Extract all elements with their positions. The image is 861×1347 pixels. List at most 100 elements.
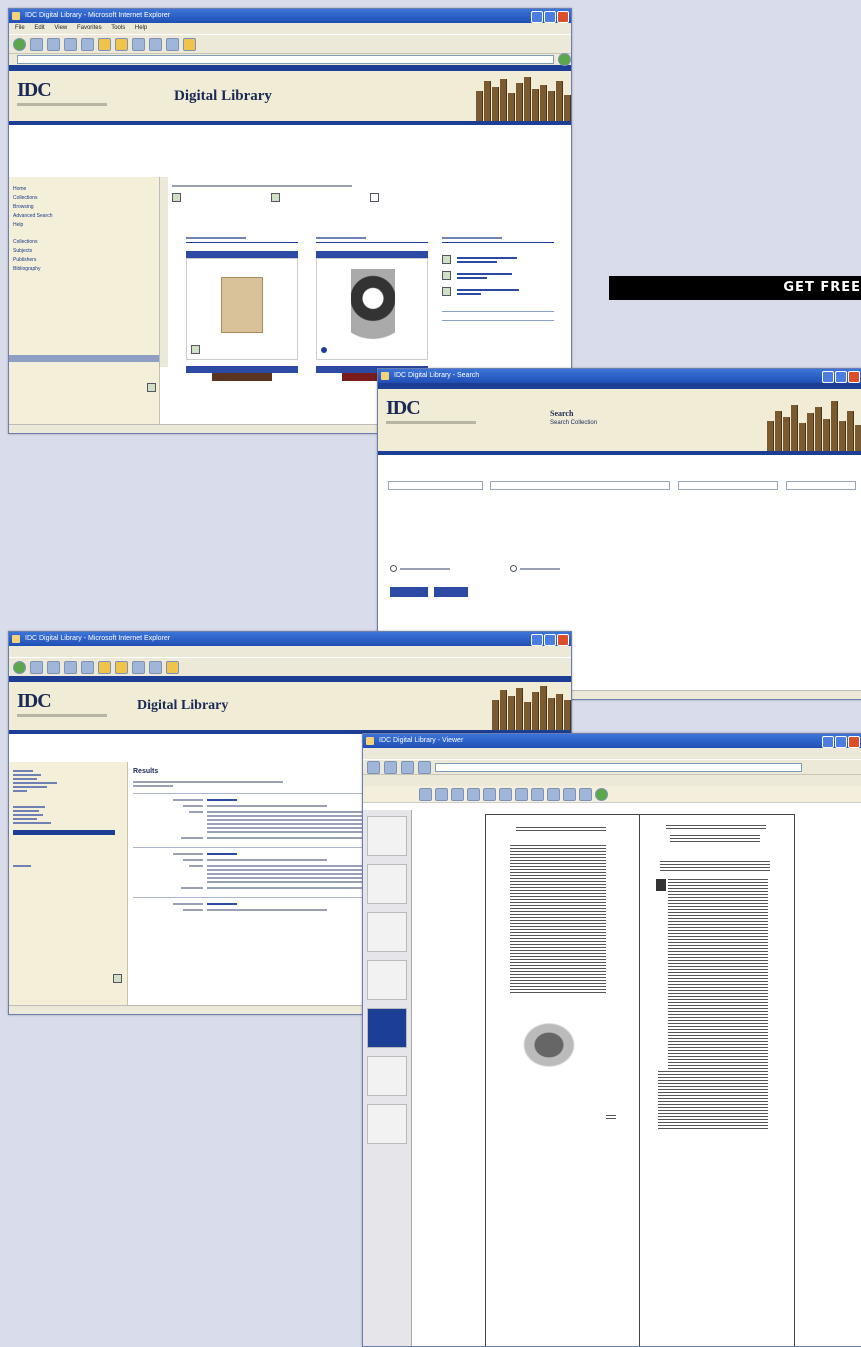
last-page-icon[interactable] xyxy=(515,787,528,801)
window-titlebar[interactable]: IDC Digital Library - Microsoft Internet… xyxy=(9,9,571,23)
zoom-out-icon[interactable] xyxy=(435,787,448,801)
home-icon[interactable] xyxy=(81,37,94,51)
maximize-button[interactable] xyxy=(835,736,847,748)
mail-icon[interactable] xyxy=(149,37,162,51)
search-icon[interactable] xyxy=(98,37,111,51)
filter-checkbox[interactable] xyxy=(172,193,181,202)
portrait-thumbnail[interactable] xyxy=(316,258,428,360)
forward-icon[interactable] xyxy=(30,660,43,674)
page-thumbnail[interactable] xyxy=(367,816,407,856)
get-free-banner[interactable]: GET FREE xyxy=(609,276,861,300)
back-icon[interactable] xyxy=(13,37,26,51)
menu-tools[interactable]: Tools xyxy=(111,25,125,31)
menu-edit[interactable]: Edit xyxy=(34,25,44,31)
sidebar-item[interactable]: Home xyxy=(9,185,159,194)
option-checkbox[interactable] xyxy=(442,271,451,280)
zoom-in-icon[interactable] xyxy=(419,787,432,801)
window-titlebar[interactable]: IDC Digital Library - Microsoft Internet… xyxy=(9,632,571,646)
back-icon[interactable] xyxy=(367,760,380,774)
operator-select[interactable] xyxy=(678,481,778,490)
minimize-button[interactable] xyxy=(822,371,834,383)
favorites-icon[interactable] xyxy=(115,660,128,674)
sidebar-item[interactable]: Collections xyxy=(9,194,159,203)
minimize-button[interactable] xyxy=(531,634,543,646)
help-icon[interactable] xyxy=(579,787,592,801)
prev-page-icon[interactable] xyxy=(483,787,496,801)
field-selector[interactable] xyxy=(388,481,483,490)
page-thumbnail[interactable] xyxy=(367,1056,407,1096)
page-thumbnail[interactable] xyxy=(367,960,407,1000)
sidebar-item[interactable]: Browsing xyxy=(9,203,159,212)
option-checkbox[interactable] xyxy=(442,255,451,264)
sidebar-item[interactable]: Publishers xyxy=(9,256,159,265)
page-thumbnail[interactable] xyxy=(367,912,407,952)
refresh-icon[interactable] xyxy=(64,660,77,674)
sidebar-item[interactable]: Bibliography xyxy=(9,265,159,274)
maximize-button[interactable] xyxy=(835,371,847,383)
folder-icon[interactable] xyxy=(183,37,196,51)
history-icon[interactable] xyxy=(132,37,145,51)
print-icon[interactable] xyxy=(166,37,179,51)
window-titlebar[interactable]: IDC Digital Library - Search xyxy=(378,369,861,383)
next-page-icon[interactable] xyxy=(499,787,512,801)
forward-icon[interactable] xyxy=(30,37,43,51)
book-thumbnail[interactable] xyxy=(186,258,298,360)
reset-button[interactable] xyxy=(434,587,468,597)
go-icon[interactable] xyxy=(595,787,608,801)
close-button[interactable] xyxy=(848,371,860,383)
radio-icon[interactable] xyxy=(321,347,327,353)
fit-page-icon[interactable] xyxy=(451,787,464,801)
sidebar-item[interactable]: Help xyxy=(9,221,159,230)
go-icon[interactable] xyxy=(558,53,571,66)
close-button[interactable] xyxy=(848,736,860,748)
sidebar-item[interactable]: Advanced Search xyxy=(9,212,159,221)
select-checkbox[interactable] xyxy=(191,345,200,354)
maximize-button[interactable] xyxy=(544,11,556,23)
mail-icon[interactable] xyxy=(149,660,162,674)
close-button[interactable] xyxy=(557,634,569,646)
maximize-button[interactable] xyxy=(544,634,556,646)
window-titlebar[interactable]: IDC Digital Library - Viewer xyxy=(363,734,861,748)
save-icon[interactable] xyxy=(563,787,576,801)
back-icon[interactable] xyxy=(13,660,26,674)
stop-icon[interactable] xyxy=(47,37,60,51)
address-field[interactable] xyxy=(17,55,554,64)
item-label[interactable] xyxy=(316,251,428,258)
sidebar-scrollbar[interactable] xyxy=(9,355,159,362)
rotate-icon[interactable] xyxy=(531,787,544,801)
page-thumbnail[interactable] xyxy=(367,864,407,904)
option-radio[interactable] xyxy=(510,565,517,572)
home-icon[interactable] xyxy=(81,660,94,674)
sidebar-item[interactable]: Subjects xyxy=(9,247,159,256)
page-thumbnail-selected[interactable] xyxy=(367,1008,407,1048)
item-label[interactable] xyxy=(186,366,298,373)
menu-favorites[interactable]: Favorites xyxy=(77,25,102,31)
sidebar-checkbox[interactable] xyxy=(147,383,156,392)
minimize-button[interactable] xyxy=(822,736,834,748)
home-icon[interactable] xyxy=(418,760,431,774)
history-icon[interactable] xyxy=(132,660,145,674)
sidebar-vscroll[interactable] xyxy=(159,177,168,367)
forward-icon[interactable] xyxy=(384,760,397,774)
refresh-icon[interactable] xyxy=(64,37,77,51)
search-icon[interactable] xyxy=(98,660,111,674)
type-select[interactable] xyxy=(786,481,856,490)
search-button[interactable] xyxy=(390,587,428,597)
sidebar-item[interactable]: Collections xyxy=(9,238,159,247)
refresh-icon[interactable] xyxy=(401,760,414,774)
first-page-icon[interactable] xyxy=(467,787,480,801)
search-input[interactable] xyxy=(490,481,670,490)
favorites-icon[interactable] xyxy=(115,37,128,51)
item-label[interactable] xyxy=(186,251,298,258)
page-thumbnail[interactable] xyxy=(367,1104,407,1144)
folder-icon[interactable] xyxy=(166,660,179,674)
minimize-button[interactable] xyxy=(531,11,543,23)
menu-file[interactable]: File xyxy=(15,25,25,31)
close-button[interactable] xyxy=(557,11,569,23)
stop-icon[interactable] xyxy=(47,660,60,674)
option-checkbox[interactable] xyxy=(442,287,451,296)
print-icon[interactable] xyxy=(547,787,560,801)
option-radio[interactable] xyxy=(390,565,397,572)
filter-checkbox[interactable] xyxy=(271,193,280,202)
address-field[interactable] xyxy=(435,762,802,772)
